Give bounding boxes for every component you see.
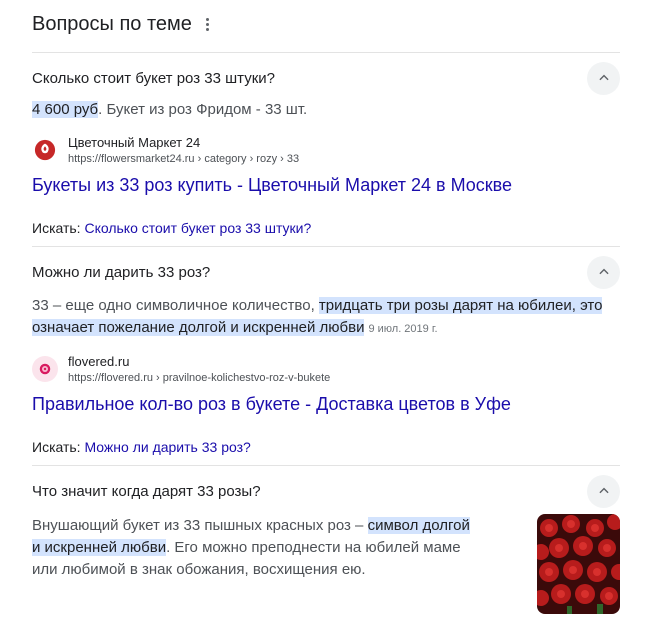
question-item: Что значит когда дарят 33 розы? Внушающи… xyxy=(32,466,620,614)
answer-text: 33 – еще одно символичное количество, xyxy=(32,297,319,314)
question-text: Можно ли дарить 33 роз? xyxy=(32,263,211,281)
search-link[interactable]: Сколько стоит букет роз 33 штуки? xyxy=(84,220,311,236)
question-toggle[interactable]: Можно ли дарить 33 роз? xyxy=(32,247,620,297)
answer-text: . Букет из роз Фридом - 33 шт. xyxy=(98,101,308,118)
answer-text: Внушающий букет из 33 пышных красных роз… xyxy=(32,517,368,534)
chevron-up-icon[interactable] xyxy=(587,474,620,508)
answer-snippet: 33 – еще одно символичное количество, тр… xyxy=(32,295,620,340)
source-name: Цветочный Маркет 24 xyxy=(68,135,201,150)
related-questions-panel: Вопросы по теме Сколько стоит букет роз … xyxy=(32,0,620,614)
answer-snippet: Внушающий букет из 33 пышных красных роз… xyxy=(32,515,482,581)
search-link[interactable]: Можно ли дарить 33 роз? xyxy=(84,439,250,455)
search-suggestion: Искать: Можно ли дарить 33 роз? xyxy=(32,439,620,455)
source-name: flovered.ru xyxy=(68,354,130,369)
question-toggle[interactable]: Что значит когда дарят 33 розы? xyxy=(32,466,620,516)
source-url: https://flovered.ru › pravilnoe-koliches… xyxy=(68,372,331,384)
question-toggle[interactable]: Сколько стоит букет роз 33 штуки? xyxy=(32,53,620,103)
flower-favicon-icon xyxy=(32,356,58,382)
chevron-up-icon[interactable] xyxy=(587,61,620,95)
answer-snippet: 4 600 руб. Букет из роз Фридом - 33 шт. xyxy=(32,99,620,121)
search-suggestion: Искать: Сколько стоит букет роз 33 штуки… xyxy=(32,220,620,236)
source-info[interactable]: flovered.ru https://flovered.ru › pravil… xyxy=(32,354,620,386)
rose-favicon-icon xyxy=(32,137,58,163)
question-text: Сколько стоит букет роз 33 штуки? xyxy=(32,69,275,87)
answer-date: 9 июл. 2019 г. xyxy=(368,323,438,335)
search-label: Искать: xyxy=(32,439,81,455)
chevron-up-icon[interactable] xyxy=(587,255,620,289)
result-title-link[interactable]: Букеты из 33 роз купить - Цветочный Марк… xyxy=(32,175,620,196)
panel-header: Вопросы по теме xyxy=(32,0,620,53)
question-item: Можно ли дарить 33 роз? 33 – еще одно си… xyxy=(32,247,620,466)
result-title-link[interactable]: Правильное кол-во роз в букете - Доставк… xyxy=(32,394,620,415)
roses-thumbnail[interactable] xyxy=(537,514,620,614)
source-info[interactable]: Цветочный Маркет 24 https://flowersmarke… xyxy=(32,135,620,167)
answer-highlight: 4 600 руб xyxy=(32,101,99,118)
question-item: Сколько стоит букет роз 33 штуки? 4 600 … xyxy=(32,53,620,247)
search-label: Искать: xyxy=(32,220,81,236)
question-text: Что значит когда дарят 33 розы? xyxy=(32,482,261,500)
source-url: https://flowersmarket24.ru › category › … xyxy=(68,153,300,165)
panel-title: Вопросы по теме xyxy=(32,12,192,35)
more-vert-icon[interactable] xyxy=(205,17,210,31)
